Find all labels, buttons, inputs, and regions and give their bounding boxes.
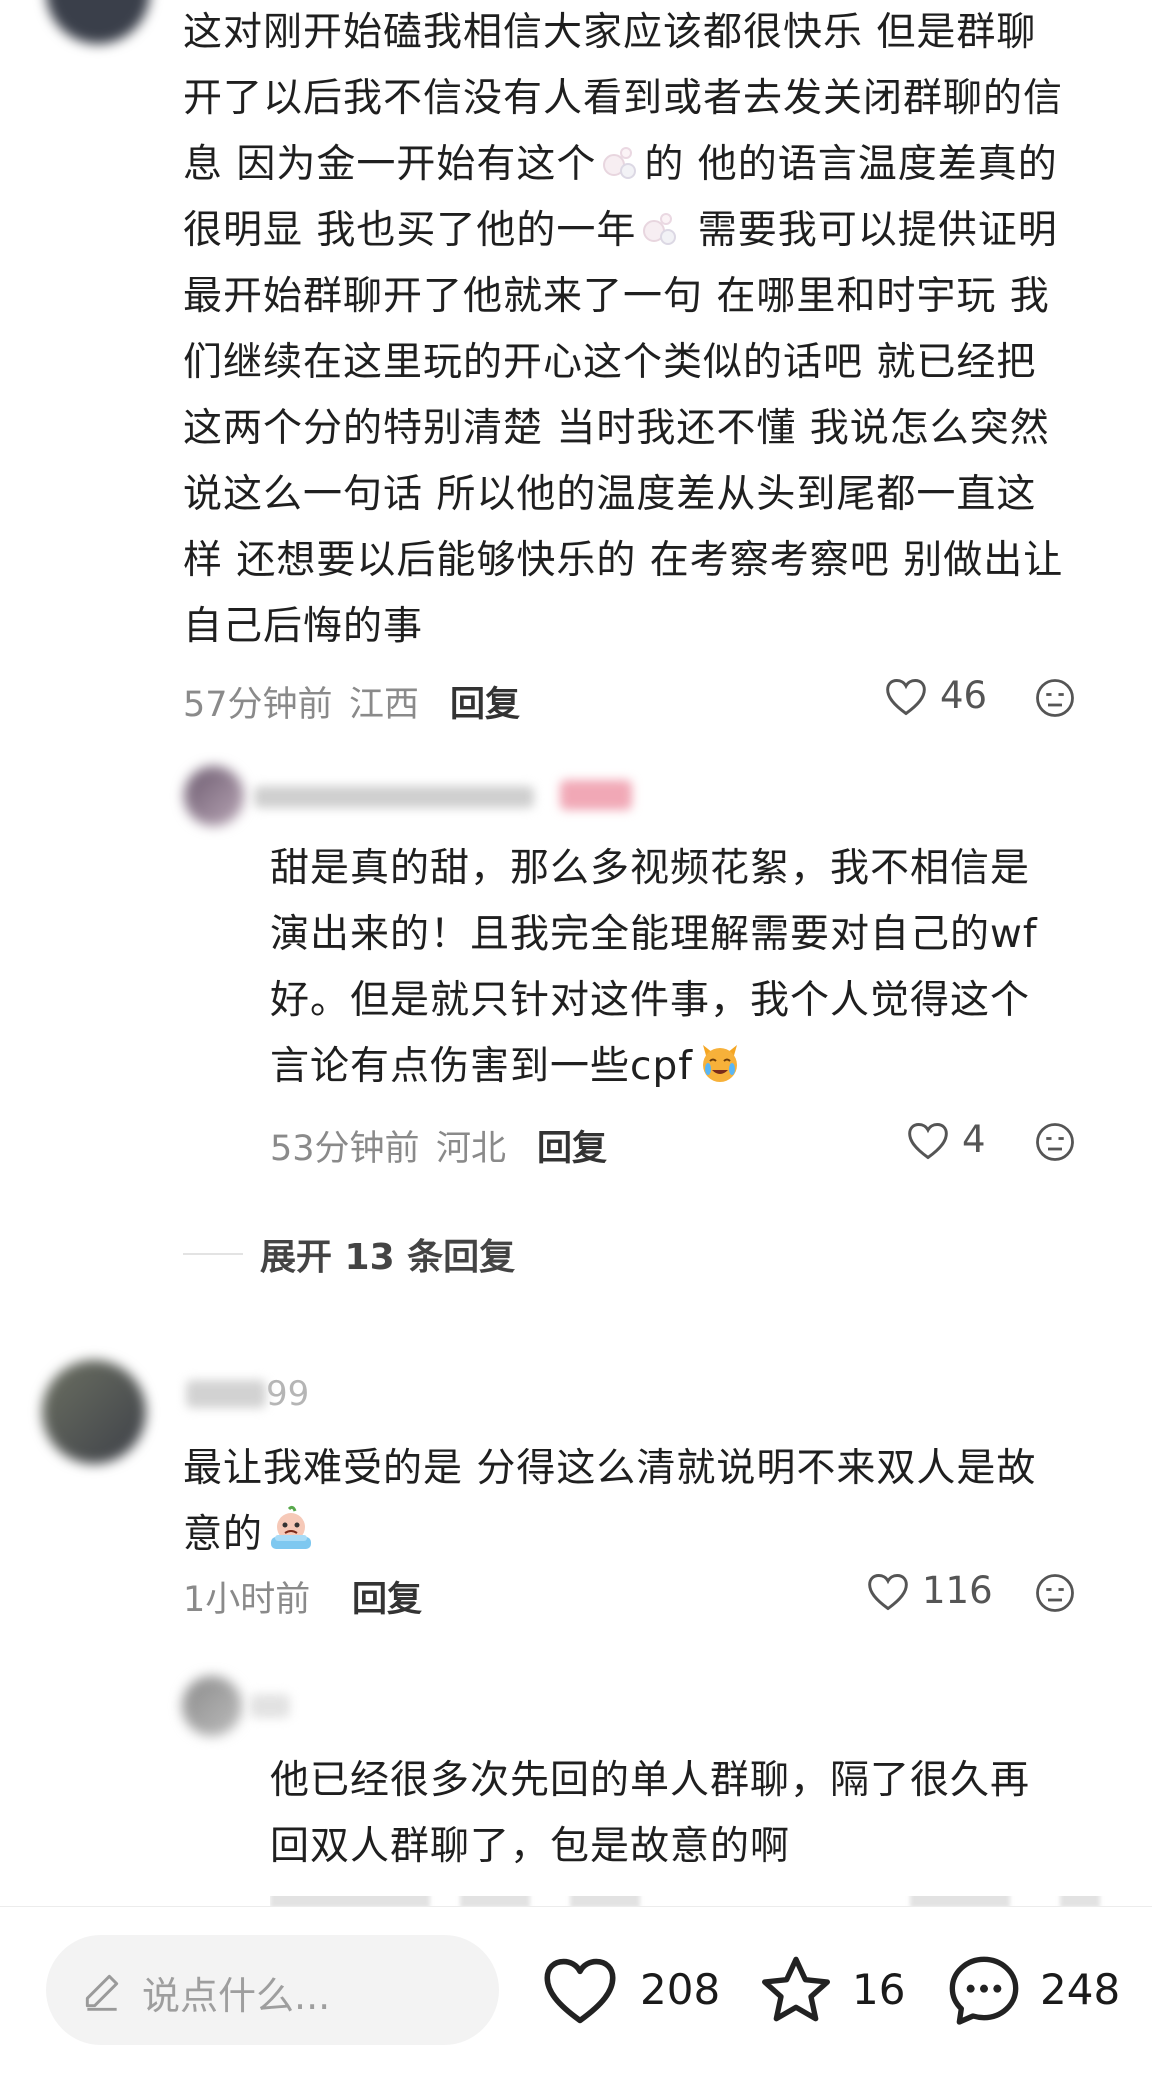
- like-count: 46: [940, 674, 988, 717]
- reply-body: 甜是真的甜，那么多视频花絮，我不相信是 演出来的！且我完全能理解需要对自己的wf…: [270, 836, 1090, 1100]
- reply-line: 甜是真的甜，那么多视频花絮，我不相信是: [270, 846, 1031, 891]
- reply-button[interactable]: 回复: [352, 1571, 422, 1622]
- comment-line: 们继续在这里玩的开心这个类似的话吧 就已经把: [183, 340, 1037, 385]
- avatar[interactable]: [184, 766, 244, 826]
- comment-body: 最让我难受的是 分得这么清就说明不来双人是故 意的: [183, 1436, 1113, 1568]
- dislike-face-icon[interactable]: [1034, 677, 1076, 719]
- username[interactable]: [250, 1694, 290, 1718]
- comment-location: 江西: [349, 685, 420, 725]
- like-count: 4: [962, 1118, 986, 1161]
- comment-line: 息 因为金一开始有这个的 他的语言温度差真的: [183, 132, 1113, 198]
- comment-line: 意的: [183, 1502, 1113, 1568]
- like-total: 208: [640, 1965, 721, 2014]
- username-visible: 99: [266, 1374, 310, 1414]
- comment-line: 说这么一句话 所以他的温度差从头到尾都一直这: [183, 472, 1037, 517]
- reply-location: 河北: [436, 1129, 507, 1169]
- comment-line: 很明显 我也买了他的一年 需要我可以提供证明: [183, 198, 1113, 264]
- comment-total: 248: [1040, 1965, 1121, 2014]
- comment-input-placeholder: 说点什么...: [142, 1974, 331, 2018]
- comment-time: 57分钟前: [183, 685, 333, 725]
- comment-bubble-icon[interactable]: [944, 1951, 1024, 2031]
- like-icon[interactable]: [884, 676, 928, 718]
- reply-body: 他已经很多次先回的单人群聊，隔了很久再 回双人群聊了，包是故意的啊: [270, 1748, 1090, 1880]
- bottom-action-bar: 说点什么... 208 16 248: [0, 1906, 1152, 2073]
- comment-line: 样 还想要以后能够快乐的 在考察考察吧 别做出让: [183, 538, 1064, 583]
- like-icon[interactable]: [866, 1571, 910, 1613]
- comment-line: 最让我难受的是 分得这么清就说明不来双人是故: [183, 1446, 1037, 1491]
- username[interactable]: 99: [186, 1374, 309, 1414]
- username[interactable]: [254, 786, 534, 808]
- reply-line: 回双人群聊了，包是故意的啊: [270, 1824, 791, 1869]
- crying-cat-emoji-icon: [697, 1039, 743, 1085]
- pencil-icon: [80, 1969, 124, 2013]
- crying-emoji-icon: [267, 1505, 315, 1553]
- like-icon[interactable]: [906, 1120, 950, 1162]
- reply-button[interactable]: 回复: [450, 676, 520, 727]
- reply-button[interactable]: 回复: [537, 1120, 607, 1171]
- avatar[interactable]: [46, 0, 150, 44]
- reply-line: 他已经很多次先回的单人群聊，隔了很久再: [270, 1758, 1031, 1803]
- expand-replies-button[interactable]: 展开 13 条回复: [260, 1228, 515, 1280]
- comment-time: 1小时前: [183, 1580, 311, 1620]
- reply-line: 演出来的！且我完全能理解需要对自己的wf: [270, 912, 1038, 957]
- reply-line: 言论有点伤害到一些cpf: [270, 1034, 1090, 1100]
- bubble-emoji-icon: [600, 138, 640, 179]
- expand-divider: [183, 1253, 243, 1255]
- like-count: 116: [922, 1569, 993, 1612]
- comment-line: 这两个分的特别清楚 当时我还不懂 我说怎么突然: [183, 406, 1050, 451]
- comment-input[interactable]: 说点什么...: [46, 1935, 499, 2045]
- dislike-face-icon[interactable]: [1034, 1572, 1076, 1614]
- heart-icon[interactable]: [540, 1955, 620, 2027]
- comment-line: 最开始群聊开了他就来了一句 在哪里和时宇玩 我: [183, 274, 1050, 319]
- reply-time: 53分钟前: [270, 1129, 420, 1169]
- reply-line: 好。但是就只针对这件事，我个人觉得这个: [270, 978, 1031, 1023]
- username-badge: [560, 780, 632, 810]
- star-icon[interactable]: [756, 1951, 836, 2031]
- avatar[interactable]: [182, 1676, 242, 1736]
- dislike-face-icon[interactable]: [1034, 1121, 1076, 1163]
- comment-body: 这对刚开始磕我相信大家应该都很快乐 但是群聊 开了以后我不信没有人看到或者去发关…: [183, 0, 1113, 660]
- comment-line: 这对刚开始磕我相信大家应该都很快乐 但是群聊: [183, 10, 1037, 55]
- avatar[interactable]: [42, 1360, 146, 1464]
- star-total: 16: [852, 1965, 906, 2014]
- bubble-emoji-icon: [640, 204, 680, 245]
- comment-line: 开了以后我不信没有人看到或者去发关闭群聊的信: [183, 76, 1064, 121]
- comment-line: 自己后悔的事: [183, 604, 424, 649]
